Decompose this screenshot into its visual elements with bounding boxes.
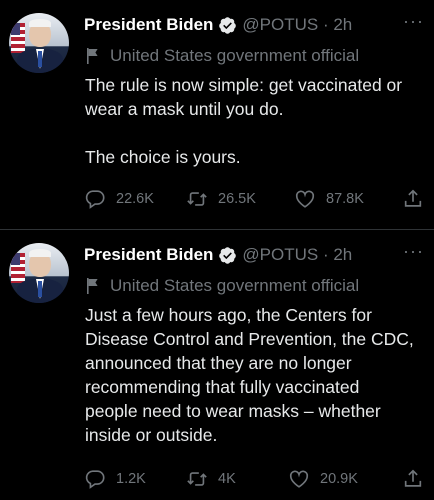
flag-icon	[87, 48, 98, 64]
tweet-text: The rule is now simple: get vaccinated o…	[85, 75, 403, 167]
share-button[interactable]	[402, 188, 424, 210]
label-text: United States government official	[110, 276, 360, 295]
government-label: United States government official	[86, 46, 359, 66]
reply-icon	[85, 190, 105, 209]
like-count: 20.9K	[320, 471, 358, 487]
flag-icon	[11, 253, 25, 283]
tweet-header: President Biden @POTUS · 2h	[84, 13, 352, 37]
more-icon[interactable]: ···	[403, 242, 424, 260]
retweet-button[interactable]: 26.5K	[186, 188, 256, 210]
tweet-header: President Biden @POTUS · 2h	[84, 243, 352, 267]
verified-badge-icon	[219, 246, 237, 264]
share-button[interactable]	[402, 468, 424, 490]
like-button[interactable]: 87.8K	[294, 188, 364, 210]
label-text: United States government official	[110, 46, 360, 65]
handle-time[interactable]: @POTUS · 2h	[242, 15, 352, 35]
reply-count: 22.6K	[116, 191, 154, 207]
reply-button[interactable]: 22.6K	[84, 188, 154, 210]
reply-button[interactable]: 1.2K	[84, 468, 146, 490]
retweet-count: 26.5K	[218, 191, 256, 207]
like-icon	[295, 190, 315, 208]
government-label: United States government official	[86, 276, 359, 296]
reply-icon	[85, 470, 105, 489]
tweet-actions: 22.6K 26.5K 87.8K	[84, 188, 424, 212]
like-icon	[289, 470, 309, 488]
like-button[interactable]: 20.9K	[288, 468, 358, 490]
like-count: 87.8K	[326, 191, 364, 207]
retweet-button[interactable]: 4K	[186, 468, 236, 490]
tweet[interactable]: President Biden @POTUS · 2h ··· United S…	[0, 230, 434, 500]
reply-count: 1.2K	[116, 471, 146, 487]
retweet-count: 4K	[218, 471, 236, 487]
share-icon	[404, 469, 422, 487]
flag-icon	[87, 278, 98, 294]
retweet-icon	[187, 472, 207, 486]
retweet-icon	[187, 192, 207, 206]
more-icon[interactable]: ···	[403, 12, 424, 30]
avatar[interactable]	[9, 243, 69, 303]
tweet-text: Just a few hours ago, the Centers for Di…	[85, 305, 414, 445]
flag-icon	[11, 23, 25, 53]
tweet-actions: 1.2K 4K 20.9K	[84, 468, 424, 492]
share-icon	[404, 189, 422, 207]
author-name[interactable]: President Biden	[84, 15, 213, 35]
verified-badge-icon	[219, 16, 237, 34]
author-name[interactable]: President Biden	[84, 245, 213, 265]
tweet[interactable]: President Biden @POTUS · 2h ··· United S…	[0, 0, 434, 229]
handle-time[interactable]: @POTUS · 2h	[242, 245, 352, 265]
avatar[interactable]	[9, 13, 69, 73]
